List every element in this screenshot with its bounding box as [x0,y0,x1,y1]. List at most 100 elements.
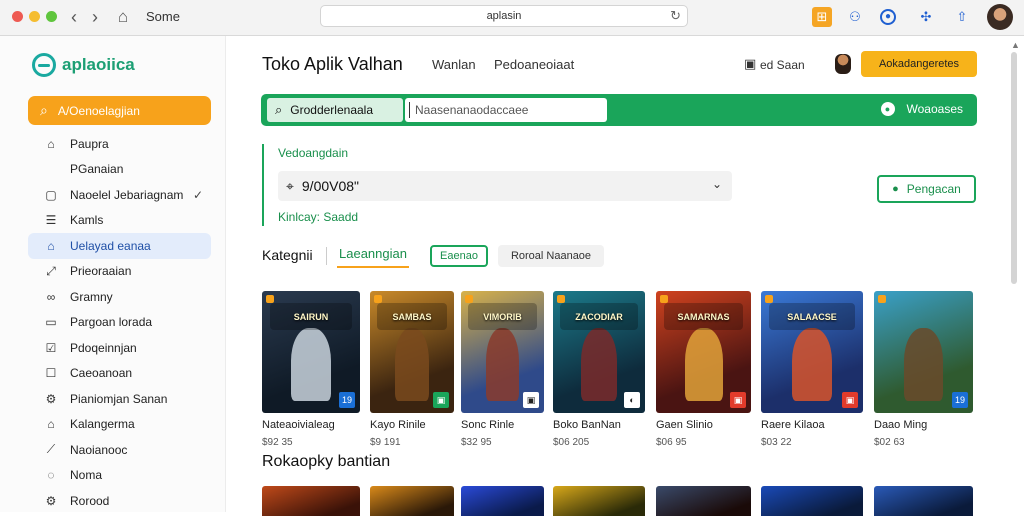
app-logo[interactable]: aplaoiica [32,52,135,78]
people-icon[interactable]: ⚇ [845,7,865,27]
sidebar-item[interactable]: ∞ Gramny [28,284,211,310]
header-link-1[interactable]: Wanlan [432,57,476,72]
game-character [580,327,618,401]
extension-orange-icon[interactable]: ⊞ [812,7,832,27]
sidebar-item-label: Uelayad eanaa [70,238,151,253]
game-character [684,327,723,401]
sidebar-item[interactable]: ◌ Noma [28,463,211,489]
game-title[interactable]: Daao Ming [874,419,927,431]
filter-hint: Kinlcay: Saadd [278,210,359,224]
game-character [291,327,331,401]
reload-icon[interactable]: ↻ [670,8,681,24]
game-title[interactable]: Boko BanNan [553,419,621,431]
search-right-action[interactable]: ● Woaoases [880,102,963,116]
sidebar-item-label: Rorood [70,493,110,508]
forward-icon[interactable]: › [86,6,104,28]
search-category-select[interactable]: ⌕ Grodderlenaala [267,98,403,122]
game-character [395,327,429,401]
sidebar-item-icon: ◌ [47,468,55,483]
game-character [791,327,833,401]
game-title[interactable]: Sonc Rinle [461,419,514,431]
game-title[interactable]: Raere Kilaoa [761,419,825,431]
game-card[interactable]: SAMBAS ▣ [370,291,454,413]
chevron-down-icon: ⌄ [711,177,722,191]
maximize-window-button[interactable] [46,11,57,22]
search-input[interactable]: Naasenanaodaccaee [405,98,607,122]
game-title[interactable]: Nateaoivialeag [262,419,335,431]
url-text: aplasin [486,10,522,22]
back-icon[interactable]: ‹ [65,6,83,28]
cart-icon[interactable]: ▣ [744,56,756,72]
tab-title: Some [146,9,180,24]
game-card[interactable]: SALAACSE ▣ [761,291,863,413]
sidebar-search-button[interactable]: ⌕ A/Oenoelagjian [28,96,211,125]
sidebar-item[interactable]: ⌂ Kalangerma [28,412,211,438]
profile-avatar[interactable] [987,4,1013,30]
apply-filter-button[interactable]: ● Pengacan [877,175,976,203]
sidebar-item[interactable]: ▢ Naoelel Jebariagnam ✓ [28,182,211,208]
scroll-up-icon[interactable]: ▲ [1011,40,1020,50]
sidebar-item-icon: ▢ [45,187,57,202]
game-character [903,327,944,401]
category-chip-active[interactable]: Laeanngian [337,246,409,268]
search-category-label: Grodderlenaala [290,103,374,117]
header-right-text[interactable]: ed Saan [760,58,805,72]
game-cover-title: ZACODIAR [560,303,638,331]
game-cover-title: SALAACSE [769,303,855,331]
minimize-window-button[interactable] [29,11,40,22]
rating-badge: ▣ [523,392,539,408]
sidebar-item[interactable]: ⟋ Naoianooc [28,437,211,463]
page-title: Toko Aplik Valhan [262,54,403,74]
game-card[interactable]: SAMARNAS ▣ [656,291,751,413]
category-chip[interactable]: Roroal Naanaoe [498,245,604,267]
sidebar-item[interactable]: ☰ Kamls [28,208,211,234]
sidebar-item[interactable]: ⚙ Pianiomjan Sanan [28,386,211,412]
game-price: $32 95 [461,437,492,448]
address-bar[interactable]: aplasin ↻ [320,5,688,27]
sidebar-item[interactable]: ▭ Pargoan lorada [28,310,211,336]
sidebar-item-icon: ☐ [45,366,57,381]
sidebar-item-icon: ⟋ [46,442,56,457]
share-icon[interactable]: ⇧ [952,7,972,27]
corner-tag-icon [557,295,565,303]
sidebar-item[interactable]: ⌂ Uelayad eanaa [28,233,211,259]
game-title[interactable]: Kayo Rinile [370,419,426,431]
sidebar-item-label: Paupra [70,136,109,151]
sidebar-item[interactable]: ☑ Pdoqeinnjan [28,335,211,361]
sidebar-item-label: PGanaian [70,162,124,177]
close-window-button[interactable] [12,11,23,22]
puzzle-icon[interactable]: ✣ [916,7,936,27]
sidebar-item-icon: ⌂ [47,238,55,253]
sidebar-item-icon: ∞ [46,289,56,304]
rating-badge: 19 [952,392,968,408]
home-icon[interactable]: ⌂ [114,6,132,28]
sidebar-item-label: Pdoqeinnjan [70,340,137,355]
game-card[interactable]: 19 [874,291,973,413]
sidebar-item[interactable]: ⚙ Rorood [28,488,211,514]
search-right-label: Woaoases [906,102,963,116]
header-action-button[interactable]: Aokadangeretes [861,51,977,77]
check-icon: ✓ [192,187,203,202]
categories-divider [326,247,327,265]
sidebar-item[interactable]: ⤢ Prieoraaian [28,259,211,285]
game-card[interactable]: VIMORIB ▣ [461,291,544,413]
game-card[interactable]: ZACODIAR ◐ [553,291,645,413]
filter-select[interactable]: ⌖ 9/00V08" ⌄ [278,171,732,201]
corner-tag-icon [266,295,274,303]
game-cover-title: SAMARNAS [663,303,744,331]
sidebar: aplaoiica ⌕ A/Oenoelagjian ⌂ Paupra PGanai… [0,36,226,512]
sidebar-item[interactable]: ⌂ Paupra [28,131,211,157]
category-chip[interactable]: Eaenao [430,245,488,267]
sidebar-item-label: Naoelel Jebariagnam [70,187,184,202]
sidebar-item[interactable]: ☐ Caeoanoan [28,361,211,387]
header-link-2[interactable]: Pedoaneoiaat [494,57,574,72]
user-circle-icon: ● [880,102,895,116]
scrollbar-thumb[interactable] [1011,52,1017,284]
game-title[interactable]: Gaen Slinio [656,419,713,431]
game-card[interactable]: SAIRUN 19 [262,291,360,413]
sidebar-item[interactable]: PGanaian [28,157,211,183]
user-avatar[interactable] [835,54,851,74]
game-price: $06 205 [553,437,590,448]
circle-icon[interactable]: ● [880,9,896,25]
corner-tag-icon [878,295,886,303]
